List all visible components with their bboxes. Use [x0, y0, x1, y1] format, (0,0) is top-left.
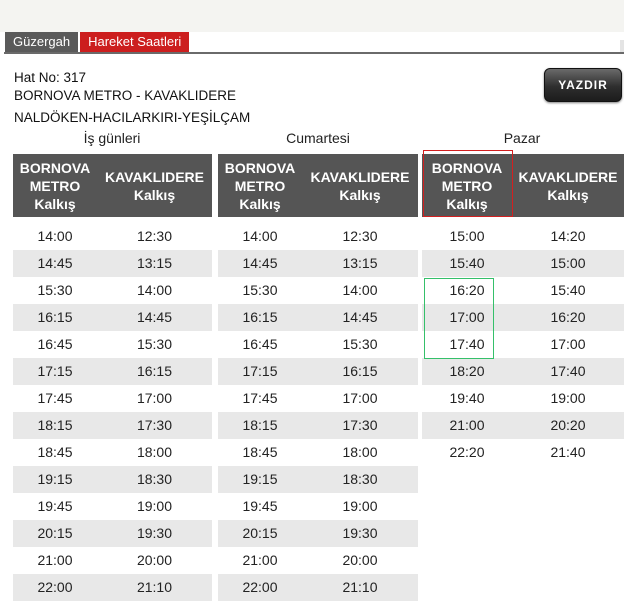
route-name: BORNOVA METRO - KAVAKLIDERE: [14, 88, 237, 103]
tab-bar: Güzergah Hareket Saatleri: [5, 32, 190, 52]
departure-time: 14:00: [242, 228, 278, 244]
departure-time: 12:30: [136, 228, 173, 244]
departure-time: 19:00: [136, 498, 173, 514]
departure-time: 19:00: [342, 498, 378, 514]
departure-time: 18:45: [242, 444, 278, 460]
departure-time: 17:45: [37, 390, 73, 406]
header-weekday-kavaklidere: KAVAKLIDERE Kalkış: [97, 154, 212, 217]
departure-time: 17:30: [136, 417, 173, 433]
departure-time: 14:20: [550, 228, 586, 244]
departure-time: 18:15: [242, 417, 278, 433]
departure-time: 19:30: [136, 525, 173, 541]
departure-time: 20:20: [550, 417, 586, 433]
departure-time: 17:45: [242, 390, 278, 406]
departure-time: 21:10: [342, 579, 378, 595]
departure-time: 21:00: [449, 417, 485, 433]
departure-time: 21:40: [550, 444, 586, 460]
departure-time: 16:20: [550, 309, 586, 325]
departure-time: 16:15: [342, 363, 378, 379]
departure-time: 16:20: [449, 282, 485, 298]
departure-time: 18:45: [37, 444, 73, 460]
group-weekdays: İş günleri: [83, 130, 141, 146]
departure-time: 16:15: [136, 363, 173, 379]
departure-time: 14:00: [342, 282, 378, 298]
departure-time: 17:00: [342, 390, 378, 406]
departure-time: 19:45: [37, 498, 73, 514]
departure-time: 15:40: [550, 282, 586, 298]
top-band: [0, 0, 624, 32]
departure-time: 14:00: [136, 282, 173, 298]
departure-time: 17:00: [550, 336, 586, 352]
departure-time: 17:15: [37, 363, 73, 379]
departure-time: 19:00: [550, 390, 586, 406]
departure-time: 19:15: [37, 471, 73, 487]
header-saturday-bornova: BORNOVA METRO Kalkış: [218, 154, 302, 217]
group-saturday: Cumartesi: [286, 130, 350, 146]
departure-time: 22:00: [242, 579, 278, 595]
departure-time: 15:30: [136, 336, 173, 352]
departure-time: 15:00: [449, 228, 485, 244]
departure-time: 18:30: [342, 471, 378, 487]
departure-time: 14:45: [342, 309, 378, 325]
departure-time: 18:15: [37, 417, 73, 433]
header-weekday-bornova: BORNOVA METRO Kalkış: [13, 154, 97, 217]
departure-time: 18:00: [342, 444, 378, 460]
departure-time: 16:15: [37, 309, 73, 325]
departure-time: 22:20: [449, 444, 485, 460]
departure-time: 19:45: [242, 498, 278, 514]
departure-time: 20:00: [342, 552, 378, 568]
departure-time: 13:15: [136, 255, 173, 271]
group-sunday: Pazar: [503, 130, 541, 146]
header-saturday-kavaklidere: KAVAKLIDERE Kalkış: [302, 154, 418, 217]
departure-time: 15:00: [550, 255, 586, 271]
departure-time: 12:30: [342, 228, 378, 244]
departure-time: 16:15: [242, 309, 278, 325]
departure-time: 18:30: [136, 471, 173, 487]
departure-time: 16:45: [242, 336, 278, 352]
departure-time: 14:00: [37, 228, 73, 244]
departure-time: 22:00: [37, 579, 73, 595]
departure-time: 17:00: [136, 390, 173, 406]
departure-time: 20:00: [136, 552, 173, 568]
departure-time: 15:30: [242, 282, 278, 298]
departure-time: 13:15: [342, 255, 378, 271]
schedule-panel: Hat No: 317 BORNOVA METRO - KAVAKLIDERE …: [4, 52, 624, 613]
departure-time: 17:30: [342, 417, 378, 433]
departure-time: 17:15: [242, 363, 278, 379]
departure-time: 18:00: [136, 444, 173, 460]
departure-time: 14:45: [37, 255, 73, 271]
departure-time: 21:00: [242, 552, 278, 568]
departure-time: 14:45: [136, 309, 173, 325]
departure-time: 14:45: [242, 255, 278, 271]
departure-time: 20:15: [242, 525, 278, 541]
departure-time: 19:40: [449, 390, 485, 406]
departure-time: 17:40: [550, 363, 586, 379]
departure-time: 15:30: [342, 336, 378, 352]
header-sunday-bornova: BORNOVA METRO Kalkış: [422, 154, 512, 217]
header-sunday-kavaklidere: KAVAKLIDERE Kalkış: [512, 154, 624, 217]
tab-schedule[interactable]: Hareket Saatleri: [80, 32, 190, 52]
print-button[interactable]: YAZDIR: [544, 68, 622, 102]
departure-time: 21:10: [136, 579, 173, 595]
departure-time: 16:45: [37, 336, 73, 352]
departure-time: 15:30: [37, 282, 73, 298]
departure-time: 15:40: [449, 255, 485, 271]
route-via: NALDÖKEN-HACILARKIRI-YEŞİLÇAM: [14, 110, 251, 125]
departure-time: 17:00: [449, 309, 485, 325]
departure-time: 18:20: [449, 363, 485, 379]
line-number: Hat No: 317: [14, 70, 87, 85]
departure-time: 19:15: [242, 471, 278, 487]
departure-time: 19:30: [342, 525, 378, 541]
tab-route[interactable]: Güzergah: [5, 32, 79, 52]
departure-time: 21:00: [37, 552, 73, 568]
departure-time: 20:15: [37, 525, 73, 541]
departure-time: 17:40: [449, 336, 485, 352]
